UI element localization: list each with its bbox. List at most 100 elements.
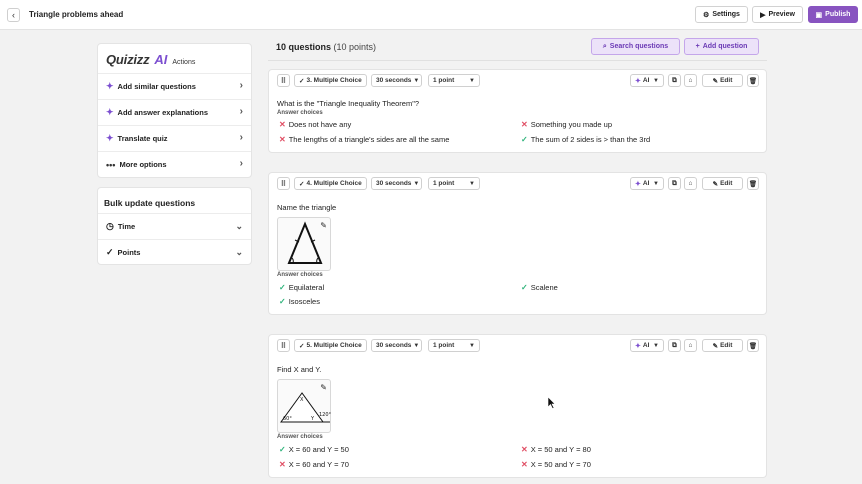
tag-button[interactable]: ⌂ [684, 74, 697, 87]
caret-down-icon: ▼ [413, 180, 420, 187]
ai-menu-button[interactable]: ✦ AI ▼ [630, 74, 664, 87]
answer-choice: ✕ Something you made up [521, 120, 612, 129]
check-icon: ✓ [299, 180, 305, 188]
choice-text: Something you made up [530, 120, 613, 129]
add-similar-questions-item[interactable]: ✦ Add similar questions › [98, 73, 251, 99]
bulk-points-item[interactable]: ✓ Points ⌄ [98, 239, 251, 265]
delete-button[interactable]: 🗑 [747, 74, 759, 87]
edit-button[interactable]: ✎ Edit [702, 74, 743, 87]
copy-icon: ⧉ [672, 341, 677, 349]
duplicate-button[interactable]: ⧉ [668, 177, 681, 190]
edit-button[interactable]: ✎ Edit [702, 339, 743, 352]
sparkle-icon: ✦ [106, 81, 114, 91]
choice-text: X = 60 and Y = 50 [288, 445, 349, 454]
quizizz-ai-logo: Quizizz AI Actions [106, 52, 195, 67]
bulk-update-panel: Bulk update questions ◷ Time ⌄ ✓ Points … [97, 187, 252, 265]
trash-icon: 🗑 [748, 77, 758, 85]
points-select[interactable]: 1 point ▼ [428, 74, 480, 87]
answer-choices-label: Answer choices [277, 434, 323, 440]
back-button[interactable]: ‹ [7, 8, 20, 22]
caret-down-icon: ▼ [413, 77, 420, 84]
sparkle-icon: ✦ [106, 133, 114, 143]
answer-choice: ✕ X = 50 and Y = 80 [521, 445, 591, 454]
question-image[interactable]: ✎ [277, 217, 331, 271]
drag-handle[interactable]: ⠿ [277, 74, 290, 87]
tag-button[interactable]: ⌂ [684, 339, 697, 352]
clock-icon: ◷ [106, 221, 114, 231]
settings-button[interactable]: ⚙ Settings [695, 6, 748, 23]
trash-icon: 🗑 [748, 180, 758, 188]
save-icon: ▣ [815, 11, 823, 19]
top-bar: ‹ Triangle problems ahead ⚙ Settings ▶ P… [0, 0, 862, 30]
ai-menu-button[interactable]: ✦ AI ▼ [630, 177, 664, 190]
image-edit-icon[interactable]: ✎ [320, 221, 327, 230]
answer-choices-label: Answer choices [277, 110, 323, 116]
ai-label: AI [642, 77, 650, 84]
action-label: Translate quiz [117, 134, 168, 143]
time-select[interactable]: 30 seconds ▼ [371, 177, 422, 190]
pencil-icon: ✎ [712, 342, 719, 350]
points-select[interactable]: 1 point ▼ [428, 339, 480, 352]
answer-choice: ✓ X = 60 and Y = 50 [279, 445, 349, 454]
ai-menu-button[interactable]: ✦ AI ▼ [630, 339, 664, 352]
choice-text: X = 60 and Y = 70 [288, 460, 349, 469]
question-toolbar: ⠿ ✓ 4. Multiple Choice 30 seconds ▼ 1 po… [269, 173, 766, 193]
correct-check-icon: ✓ [521, 283, 528, 292]
question-type-select[interactable]: ✓ 3. Multiple Choice [294, 74, 367, 87]
more-options-item[interactable]: ••• More options › [98, 151, 251, 177]
play-icon: ▶ [760, 11, 766, 19]
answer-choice: ✓ Isosceles [279, 297, 320, 306]
quiz-title[interactable]: Triangle problems ahead [29, 10, 123, 19]
edit-label: Edit [720, 342, 733, 349]
preview-button[interactable]: ▶ Preview [752, 6, 803, 23]
incorrect-icon: ✕ [279, 460, 286, 469]
add-answer-explanations-item[interactable]: ✦ Add answer explanations › [98, 99, 251, 125]
translate-quiz-item[interactable]: ✦ Translate quiz › [98, 125, 251, 151]
points-select[interactable]: 1 point ▼ [428, 177, 480, 190]
add-question-button[interactable]: + Add question [684, 38, 759, 55]
drag-icon: ⠿ [280, 77, 287, 85]
choice-text: Equilateral [288, 283, 325, 292]
drag-handle[interactable]: ⠿ [277, 177, 290, 190]
incorrect-icon: ✕ [279, 135, 286, 144]
answer-choice: ✕ X = 50 and Y = 70 [521, 460, 591, 469]
chevron-down-icon: ⌄ [235, 247, 243, 257]
incorrect-icon: ✕ [279, 120, 286, 129]
time-label: 30 seconds [376, 342, 412, 349]
choice-text: Scalene [530, 283, 558, 292]
tag-button[interactable]: ⌂ [684, 177, 697, 190]
question-type-select[interactable]: ✓ 5. Multiple Choice [294, 339, 367, 352]
duplicate-button[interactable]: ⧉ [668, 339, 681, 352]
edit-button[interactable]: ✎ Edit [702, 177, 743, 190]
drag-handle[interactable]: ⠿ [277, 339, 290, 352]
question-text: Name the triangle [277, 203, 337, 212]
correct-check-icon: ✓ [279, 283, 286, 292]
delete-button[interactable]: 🗑 [747, 339, 759, 352]
question-type-select[interactable]: ✓ 4. Multiple Choice [294, 177, 367, 190]
points-label: 1 point [433, 180, 455, 187]
answer-choice: ✕ Does not have any [279, 120, 351, 129]
answer-choice: ✕ The lengths of a triangle's sides are … [279, 135, 449, 144]
answer-choices-label: Answer choices [277, 272, 323, 278]
bulk-time-item[interactable]: ◷ Time ⌄ [98, 213, 251, 239]
question-text: Find X and Y. [277, 365, 322, 374]
image-edit-icon[interactable]: ✎ [320, 383, 327, 392]
preview-label: Preview [768, 11, 795, 18]
time-select[interactable]: 30 seconds ▼ [371, 74, 422, 87]
search-questions-button[interactable]: ⌕ Search questions [591, 38, 680, 55]
search-icon: ⌕ [602, 42, 607, 50]
publish-button[interactable]: ▣ Publish [808, 6, 858, 23]
check-icon: ✓ [299, 342, 305, 350]
incorrect-icon: ✕ [521, 460, 528, 469]
brand-ai: AI [154, 52, 168, 67]
caret-down-icon: ▼ [469, 180, 475, 187]
time-select[interactable]: 30 seconds ▼ [371, 339, 422, 352]
image-label-120: 120° [319, 412, 332, 418]
delete-button[interactable]: 🗑 [747, 177, 759, 190]
chevron-right-icon: › [239, 106, 243, 117]
choice-text: Isosceles [288, 297, 320, 306]
action-label: Add answer explanations [117, 108, 208, 117]
question-image[interactable]: X Y 60° 120° ✎ [277, 379, 332, 433]
trash-icon: 🗑 [748, 342, 758, 350]
duplicate-button[interactable]: ⧉ [668, 74, 681, 87]
